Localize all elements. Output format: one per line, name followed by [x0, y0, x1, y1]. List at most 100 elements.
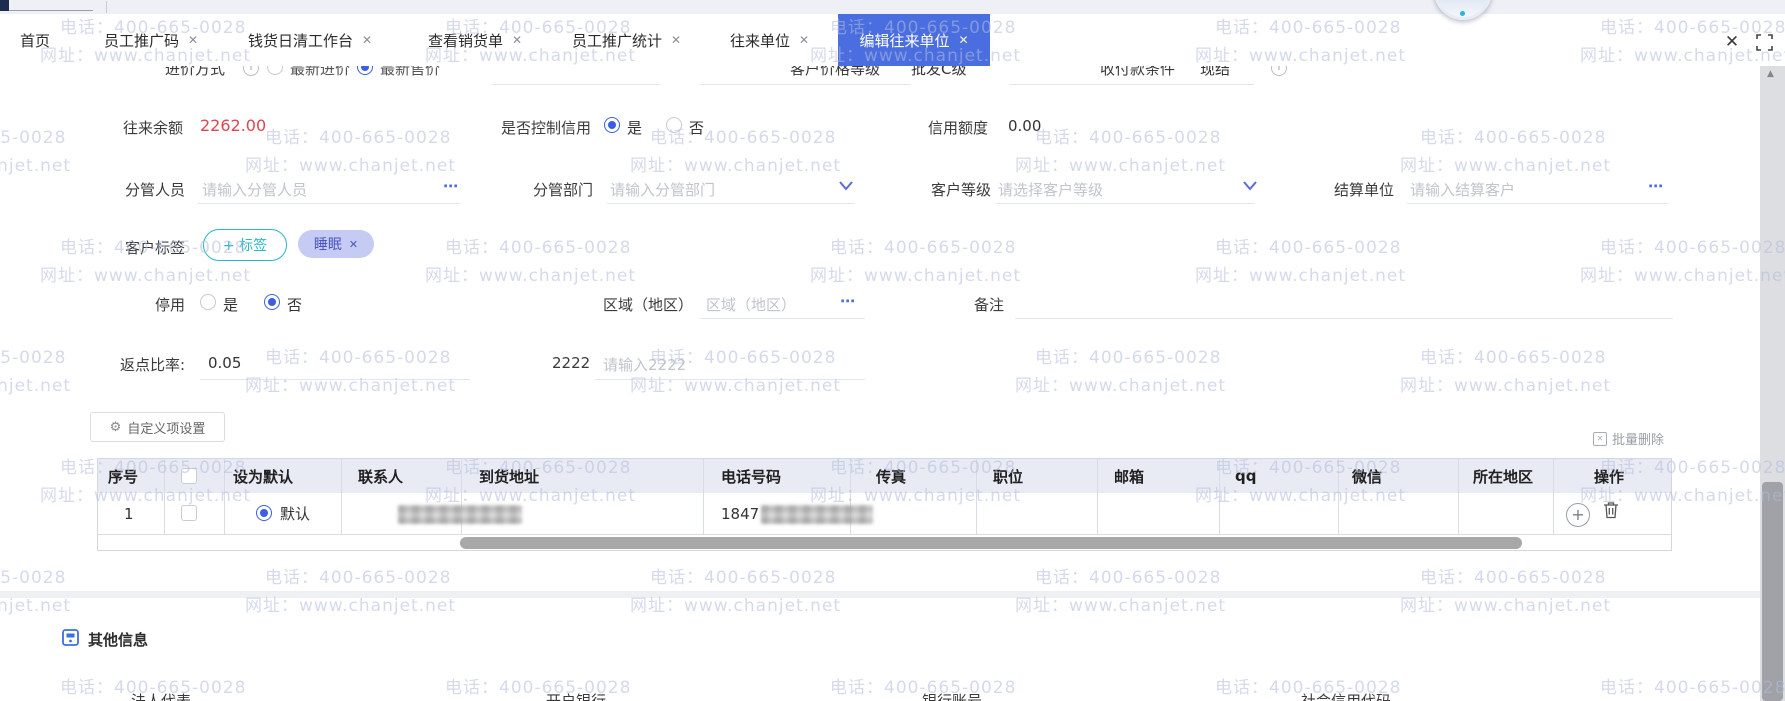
input-underline: [700, 318, 865, 319]
fullscreen-icon[interactable]: [1756, 34, 1773, 55]
tab-label: 编辑往来单位: [859, 31, 950, 50]
tab-label: 员工推广统计: [572, 31, 663, 50]
tab-employee-promo-stats[interactable]: 员工推广统计 ✕: [572, 14, 681, 66]
batch-delete-icon: ✕: [1593, 431, 1607, 446]
stop-use-yes-label: 是: [223, 296, 239, 314]
top-left-navy-block: [0, 0, 9, 11]
tab-close-icon[interactable]: ✕: [671, 33, 681, 47]
tab-close-icon[interactable]: ✕: [188, 33, 198, 47]
select-all-checkbox[interactable]: [181, 468, 197, 484]
department-input[interactable]: 请输入分管部门: [610, 179, 715, 200]
tag-remove-icon[interactable]: ✕: [349, 238, 358, 251]
settle-unit-input[interactable]: 请输入结算客户: [1410, 179, 1515, 200]
col-header-default[interactable]: 设为默认: [233, 459, 293, 493]
add-tag-button[interactable]: + 标签: [203, 229, 287, 261]
input-underline: [700, 84, 911, 85]
legal-rep-label: 法人代表: [131, 692, 192, 701]
stop-use-label: 停用: [155, 296, 186, 314]
other-info-icon: [62, 629, 79, 650]
tab-label: 钱货日清工作台: [248, 31, 354, 50]
tab-daily-clear-workbench[interactable]: 钱货日清工作台 ✕: [248, 14, 372, 66]
rebate-value[interactable]: 0.05: [208, 354, 241, 372]
custom-field-label: 2222: [552, 354, 591, 372]
chevron-down-icon[interactable]: [1242, 177, 1258, 196]
custom-fields-settings-label: 自定义项设置: [127, 421, 206, 437]
stop-use-yes-radio[interactable]: [200, 294, 216, 310]
tag-pill-sleep[interactable]: 睡眠 ✕: [298, 230, 374, 258]
batch-delete-button[interactable]: ✕ 批量删除: [1593, 429, 1664, 448]
assistant-ball-dot: [1460, 11, 1465, 16]
col-header-phone[interactable]: 电话号码: [721, 459, 781, 493]
row-default-label: 默认: [280, 505, 311, 523]
col-header-region[interactable]: 所在地区: [1473, 459, 1533, 493]
bank-name-label: 开户银行: [546, 692, 607, 701]
col-header-qq[interactable]: qq: [1235, 459, 1256, 493]
credit-control-no-radio[interactable]: [666, 117, 682, 133]
col-header-fax[interactable]: 传真: [876, 459, 906, 493]
col-header-email[interactable]: 邮箱: [1114, 459, 1144, 493]
tab-employee-promo-code[interactable]: 员工推广码 ✕: [104, 14, 198, 66]
col-header-wechat[interactable]: 微信: [1352, 459, 1382, 493]
batch-delete-label: 批量删除: [1612, 433, 1665, 448]
row-phone-prefix: 1847: [721, 504, 760, 523]
row-checkbox[interactable]: [181, 505, 197, 521]
settle-unit-picker-ellipsis[interactable]: ⋯: [1648, 177, 1663, 195]
tab-label: 往来单位: [730, 31, 791, 50]
row-index: 1: [124, 504, 134, 523]
window-close-icon[interactable]: ✕: [1722, 32, 1742, 52]
tab-bar: 首页 员工推广码 ✕ 钱货日清工作台 ✕ 查看销货单 ✕ 员工推广统计 ✕ 往来…: [0, 14, 1785, 66]
input-underline: [595, 379, 865, 380]
row-phone-redacted: [761, 505, 873, 524]
tab-close-icon[interactable]: ✕: [362, 33, 372, 47]
credit-code-label: 社会信用代码: [1301, 692, 1392, 701]
input-underline: [996, 203, 1255, 204]
rebate-label: 返点比率:: [120, 356, 186, 374]
add-contact-row-icon[interactable]: +: [1566, 503, 1590, 527]
credit-control-yes-radio[interactable]: [604, 117, 620, 133]
tab-edit-business-partner[interactable]: 编辑往来单位 ✕: [838, 14, 990, 66]
tab-close-icon[interactable]: ✕: [799, 33, 809, 47]
settle-unit-label: 结算单位: [1334, 181, 1395, 199]
stop-use-no-label: 否: [287, 296, 303, 314]
page-scrollbar-thumb[interactable]: [1762, 482, 1783, 701]
other-info-title: 其他信息: [88, 631, 149, 649]
manager-input[interactable]: 请输入分管人员: [202, 179, 307, 200]
balance-value: 2262.00: [200, 116, 267, 135]
manager-picker-ellipsis[interactable]: ⋯: [443, 177, 458, 195]
col-header-position[interactable]: 职位: [993, 459, 1023, 493]
row-default-radio[interactable]: [256, 505, 272, 521]
custom-fields-settings-button[interactable]: ⚙ 自定义项设置: [90, 412, 225, 442]
col-header-index[interactable]: 序号: [108, 459, 138, 493]
tab-home[interactable]: 首页: [20, 14, 50, 66]
col-header-actions[interactable]: 操作: [1594, 459, 1624, 493]
top-strip-divider: [9, 10, 93, 11]
tab-label: 员工推广码: [104, 31, 180, 50]
tab-close-icon[interactable]: ✕: [958, 33, 968, 47]
bank-account-label: 银行账号: [922, 692, 983, 701]
col-header-address[interactable]: 到货地址: [479, 459, 539, 493]
region-picker-ellipsis[interactable]: ⋯: [840, 292, 855, 310]
remark-input-underline[interactable]: [1015, 318, 1673, 319]
delete-contact-row-icon[interactable]: [1603, 501, 1619, 523]
input-underline: [607, 203, 855, 204]
tab-close-icon[interactable]: ✕: [512, 33, 522, 47]
browser-top-strip: [0, 0, 1785, 14]
tag-label: 睡眠: [313, 237, 342, 253]
table-horizontal-scrollbar[interactable]: [460, 537, 1522, 549]
custom-field-input[interactable]: 请输入2222: [603, 354, 686, 375]
tab-business-partners[interactable]: 往来单位 ✕: [730, 14, 809, 66]
chevron-down-icon[interactable]: [838, 177, 854, 196]
panel-gap: [0, 591, 1785, 598]
credit-limit-value[interactable]: 0.00: [1008, 117, 1041, 135]
tab-view-sales-order[interactable]: 查看销货单 ✕: [428, 14, 522, 66]
other-info-panel: [0, 598, 1785, 701]
scrollbar-up-arrow[interactable]: ▲: [1767, 69, 1774, 79]
add-tag-label: + 标签: [222, 238, 268, 254]
gear-icon: ⚙: [109, 419, 122, 435]
col-header-contact[interactable]: 联系人: [358, 459, 403, 493]
tab-label: 查看销货单: [428, 31, 504, 50]
stop-use-no-radio[interactable]: [264, 294, 280, 310]
region-input[interactable]: 区域（地区）: [706, 294, 796, 315]
customer-level-select[interactable]: 请选择客户等级: [998, 179, 1103, 200]
department-label: 分管部门: [533, 181, 594, 199]
